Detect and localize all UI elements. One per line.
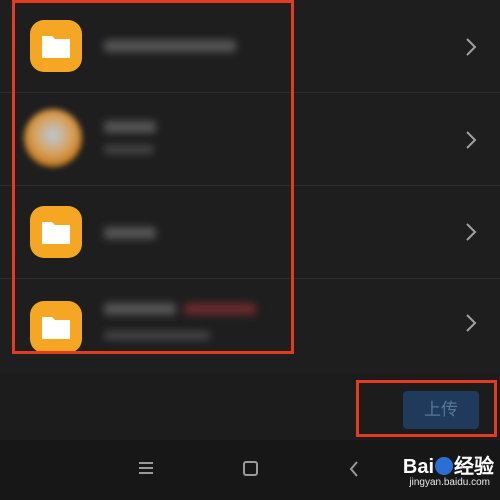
chevron-right-icon (466, 131, 477, 149)
folder-name (104, 40, 236, 52)
paw-icon (435, 457, 453, 475)
folder-name (104, 227, 156, 239)
folder-row[interactable] (0, 93, 500, 185)
watermark-brand: Bai 经验 (402, 456, 494, 478)
home-icon[interactable] (243, 461, 258, 476)
folder-name (104, 303, 176, 315)
chevron-right-icon (466, 223, 477, 241)
baidu-jingyan-watermark: Bai 经验 jingyan.baidu.com (376, 448, 496, 496)
chevron-right-icon (466, 38, 477, 56)
folder-row[interactable] (0, 279, 500, 371)
folder-name (104, 121, 156, 133)
avatar (24, 109, 82, 167)
back-icon[interactable] (349, 460, 359, 478)
chevron-right-icon (466, 314, 477, 332)
folder-subtitle (104, 145, 154, 154)
folder-row[interactable] (0, 186, 500, 278)
folder-icon (30, 20, 82, 72)
folder-icon (30, 301, 82, 353)
upload-button[interactable]: 上传 (403, 391, 479, 429)
folder-icon (30, 206, 82, 258)
watermark-url: jingyan.baidu.com (409, 477, 490, 488)
menu-icon[interactable] (139, 462, 153, 474)
folder-row[interactable] (0, 0, 500, 92)
folder-subtitle (104, 331, 210, 340)
folder-tag (184, 303, 256, 315)
folder-list (0, 0, 500, 375)
